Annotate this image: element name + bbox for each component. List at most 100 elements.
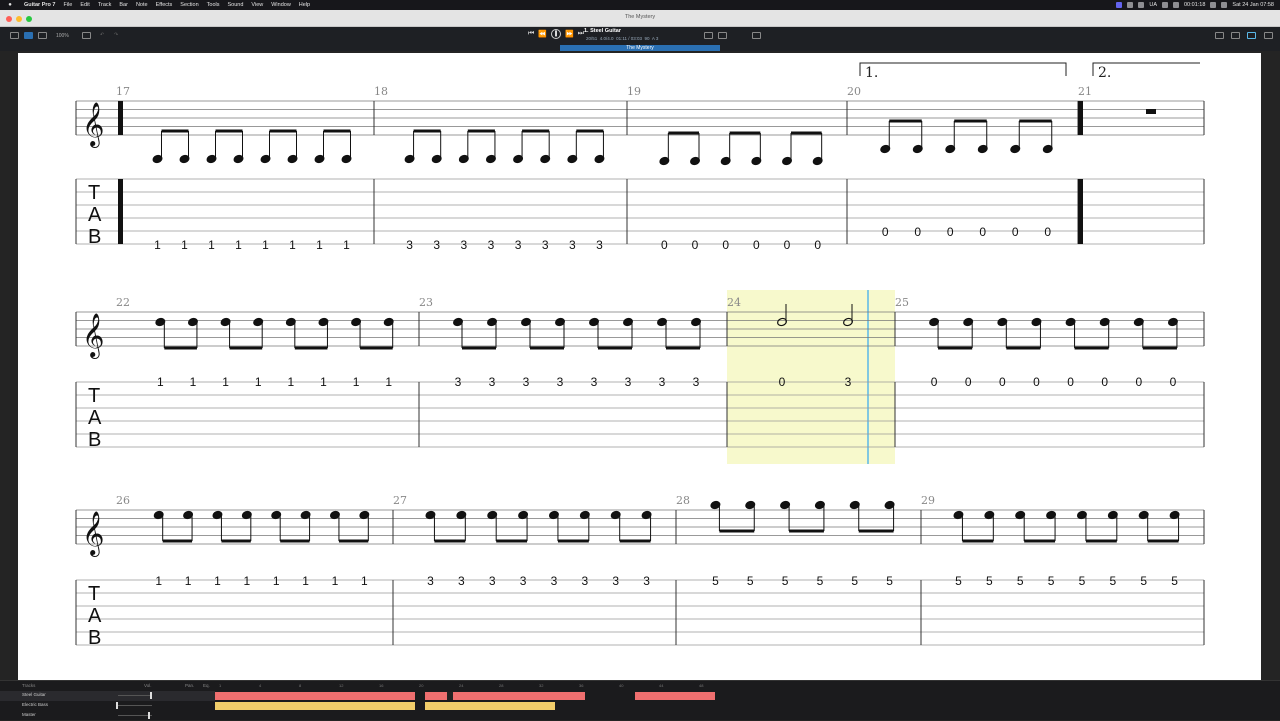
tempo-value[interactable]: 90 [645,36,650,41]
volume-knob[interactable] [148,712,150,719]
track-row-steel-guitar[interactable]: Steel Guitar [0,691,215,701]
undo-icon[interactable]: ↶ [100,32,104,38]
control-center-icon[interactable] [1172,2,1179,8]
search-icon[interactable] [1221,2,1228,8]
volume-slider[interactable] [118,715,152,716]
measure-number: 26 [116,494,130,507]
track-block[interactable] [215,692,415,700]
track-block[interactable] [425,702,555,710]
tab-fret-number: 0 [779,375,786,389]
timeline-ruler[interactable]: 1 4 8 12 16 20 24 28 32 36 40 44 48 [215,681,715,690]
layout-icon[interactable] [38,32,47,39]
whole-rest [1146,109,1156,114]
ruler-tick: 12 [339,683,344,688]
menu-sound[interactable]: Sound [228,2,244,8]
volume-slider[interactable] [118,705,152,706]
track-name[interactable]: Master [22,712,36,717]
tab-clef-letter: A [88,407,102,429]
tab-fret-number: 3 [659,375,666,389]
edit-pencil-icon[interactable] [752,32,761,39]
wifi-icon[interactable] [1161,2,1168,8]
tab-fret-number: 3 [515,238,522,252]
metronome-icon[interactable] [718,32,727,39]
measure-number: 29 [921,494,935,507]
tab-clef-letter: A [88,605,102,627]
track-block[interactable] [635,692,715,700]
recording-clock: 00:01:18 [1183,2,1206,8]
volume-knob[interactable] [116,702,118,709]
ruler-tick: 32 [539,683,544,688]
app-name-menu[interactable]: Guitar Pro 7 [24,2,55,8]
sidebar-toggle-icon[interactable] [1264,32,1273,39]
tab-fret-number: 3 [520,574,527,588]
inspector-icon[interactable] [1247,32,1256,39]
tab-fret-number: 0 [999,375,1006,389]
tab-fret-number: 3 [523,375,530,389]
score-page: 1. 2. 𝄞 T A B 17 1 1 1 1 1 1 1 1 18 3 3 3 3 3 3 3 3 19 0 0 0 0 0 0 20 0 0… [18,53,1261,680]
track-name[interactable]: Electric Bass [22,702,48,707]
menu-track[interactable]: Track [98,2,112,8]
forward-icon[interactable]: ⏩ [565,30,574,38]
menu-view[interactable]: View [251,2,263,8]
tab-fret-number: 5 [1048,574,1055,588]
apple-icon[interactable]: ● [6,2,14,8]
document-tab[interactable]: The Mystery [560,45,720,51]
volume-header: Vol. [144,683,152,688]
bolt-icon[interactable] [1127,2,1134,8]
screen-record-icon[interactable] [1116,2,1123,8]
volume-slider[interactable] [118,695,152,696]
selection-highlight [727,290,895,464]
redo-icon[interactable]: ↷ [114,32,118,38]
ruler-tick: 8 [299,683,302,688]
view-mode-icon[interactable] [82,32,91,39]
zoom-level[interactable]: 100% [56,33,69,39]
page-view-icon[interactable] [24,32,33,39]
tab-fret-number: 3 [557,375,564,389]
pan-header: Pan. [185,683,195,688]
menu-tools[interactable]: Tools [207,2,220,8]
tab-fret-number: 0 [979,225,986,239]
tab-fret-number: 1 [154,238,161,252]
menu-note[interactable]: Note [136,2,148,8]
print-icon[interactable] [1215,32,1224,39]
repeat-start-bar [118,179,123,244]
menu-file[interactable]: File [63,2,72,8]
menubar-date[interactable]: Sat 24 Jan 07:58 [1232,2,1274,8]
ruler-tick: 40 [619,683,624,688]
cloud-icon[interactable] [1138,2,1145,8]
menu-edit[interactable]: Edit [80,2,89,8]
tab-fret-number: 3 [427,574,434,588]
menu-window[interactable]: Window [271,2,291,8]
track-row-electric-bass[interactable]: Electric Bass [0,701,215,711]
tuner-icon[interactable] [1231,32,1240,39]
input-flag[interactable]: UA [1149,2,1157,8]
rewind-icon[interactable]: ⏪ [538,30,547,38]
tab-fret-number: 0 [882,225,889,239]
guitar-track-lane[interactable] [215,692,715,700]
tab-fret-number: 1 [316,238,323,252]
battery-icon[interactable] [1210,2,1217,8]
tab-fret-number: 1 [361,574,368,588]
panel-toggle-icon[interactable] [10,32,19,39]
bass-track-lane[interactable] [215,702,715,710]
current-track-name[interactable]: 1. Steel Guitar [584,28,621,34]
tab-fret-number: 3 [643,574,650,588]
tab-fret-number: 0 [784,238,791,252]
menu-help[interactable]: Help [299,2,310,8]
tab-fret-number: 3 [455,375,462,389]
track-block[interactable] [215,702,415,710]
tab-fret-number: 3 [845,375,852,389]
track-name[interactable]: Steel Guitar [22,692,46,697]
tab-fret-number: 3 [625,375,632,389]
measure-number: 20 [847,85,861,98]
menu-section[interactable]: Section [180,2,198,8]
ruler-tick: 20 [419,683,424,688]
loop-icon[interactable] [704,32,713,39]
tab-fret-number: 0 [661,238,668,252]
menu-bar[interactable]: Bar [119,2,128,8]
volume-knob[interactable] [150,692,152,699]
tab-fret-number: 0 [914,225,921,239]
pause-button[interactable]: ❚ [551,29,562,39]
menu-effects[interactable]: Effects [156,2,173,8]
go-to-start-icon[interactable]: ⏮ [528,30,534,38]
